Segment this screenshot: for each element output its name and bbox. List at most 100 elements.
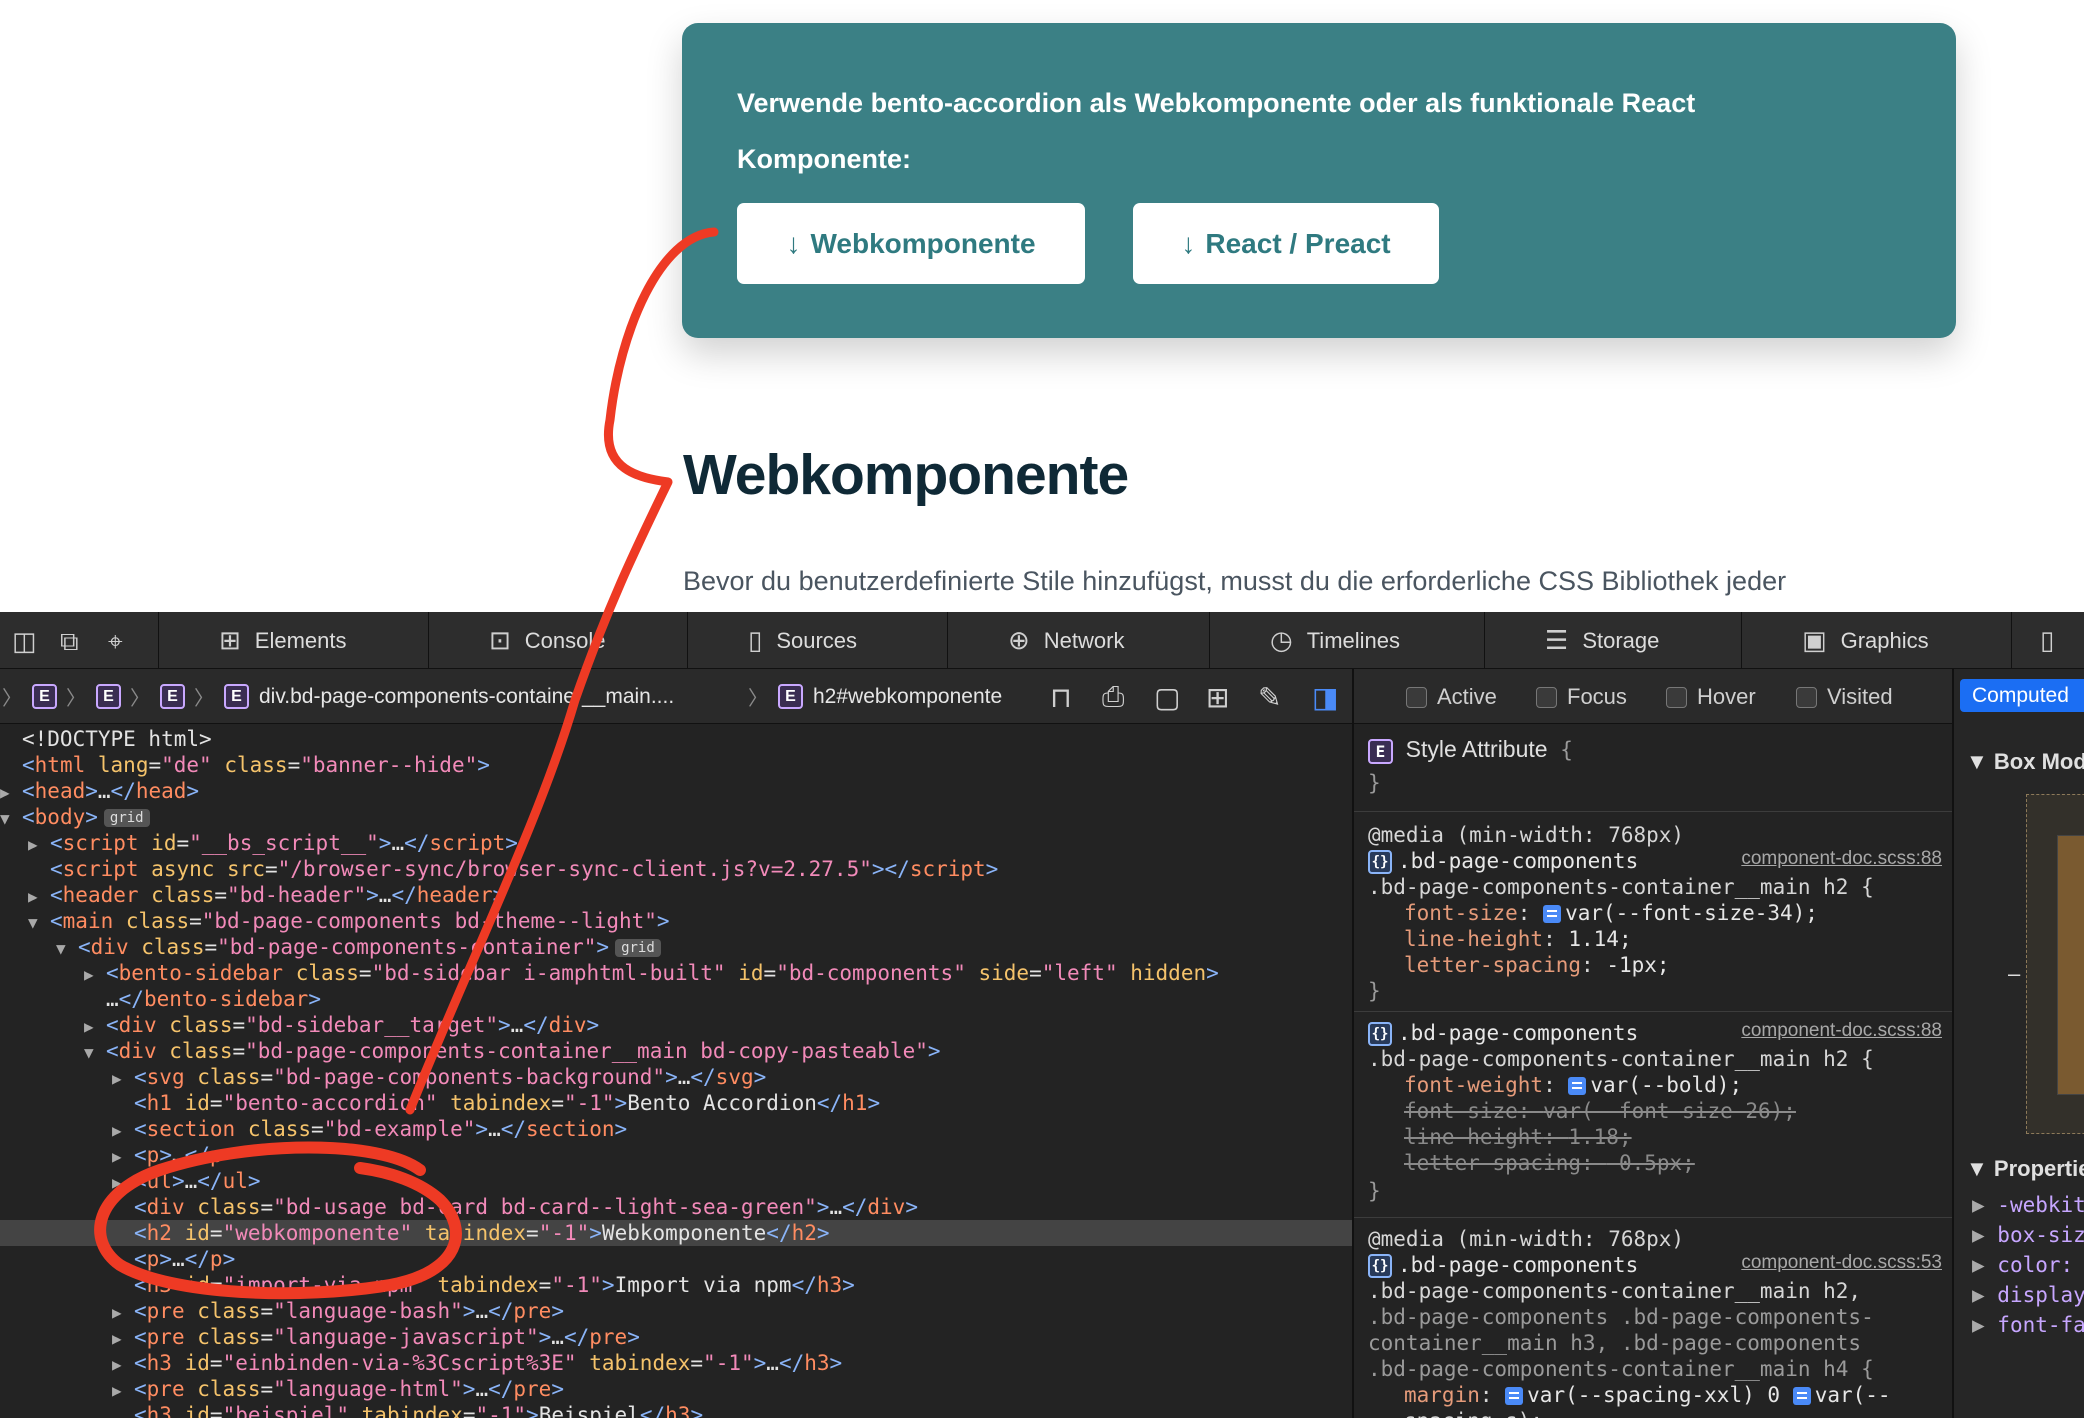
overridden-declaration[interactable]: letter-spacing: -0.5px;	[1404, 1150, 1695, 1176]
tab-elements[interactable]: ⊞ Elements	[158, 612, 428, 669]
declaration[interactable]: font-weight: var(--bold);	[1404, 1072, 1742, 1098]
dom-node[interactable]: ▼ <body> grid	[0, 804, 1352, 830]
box-model-header[interactable]: ▼ Box Model	[1966, 749, 2084, 775]
css-rule[interactable]: @media (min-width: 768px) {} .bd-page-com…	[1354, 1218, 1954, 1418]
disclosure-closed-icon[interactable]: ▶	[28, 832, 50, 858]
dom-node[interactable]: <div class="bd-usage bd-card bd-card--li…	[0, 1194, 1352, 1220]
dom-node[interactable]: ▶ <pre class="language-html">…</pre>	[0, 1376, 1352, 1402]
disclosure-closed-icon[interactable]: ▶	[0, 780, 22, 806]
disclosure-closed-icon[interactable]: ▶	[28, 884, 50, 910]
dom-node-selected[interactable]: <h2 id="webkomponente" tabindex="-1">Web…	[0, 1220, 1352, 1246]
dom-node[interactable]: <!DOCTYPE html>	[0, 726, 1352, 752]
disclosure-open-icon[interactable]: ▼	[84, 1040, 106, 1066]
computed-property[interactable]: ▶ color:	[1972, 1253, 2073, 1277]
computed-property[interactable]: ▶ font-fam	[1972, 1313, 2084, 1337]
grid-overlay-icon[interactable]: ⊞	[1206, 681, 1229, 714]
focus-checkbox[interactable]: Focus	[1536, 684, 1627, 710]
webkomponente-button[interactable]: ↓ Webkomponente	[737, 203, 1085, 284]
dom-node[interactable]: ▶ <script id="__bs_script__">…</script>	[0, 830, 1352, 856]
dom-node[interactable]: ▼ <div class="bd-page-components-containe…	[0, 1038, 1352, 1064]
disclosure-closed-icon[interactable]: ▶	[112, 1326, 134, 1352]
active-checkbox[interactable]: Active	[1406, 684, 1497, 710]
disclosure-closed-icon[interactable]: ▶	[84, 962, 106, 988]
variable-icon[interactable]	[1543, 905, 1562, 923]
tab-network[interactable]: ⊕ Network	[947, 612, 1209, 669]
variable-icon[interactable]	[1568, 1077, 1587, 1095]
breadcrumb-item-h2[interactable]: 〉 E h2#webkomponente	[748, 669, 1002, 724]
variable-icon[interactable]	[1505, 1387, 1524, 1405]
layout-ruler-icon[interactable]: ⊓	[1050, 681, 1072, 714]
source-link[interactable]: component-doc.scss:88	[1741, 1020, 1942, 1042]
breadcrumb-item[interactable]: 〉 E	[2, 669, 57, 724]
tab-sources[interactable]: ▯ Sources	[687, 612, 947, 669]
properties-header[interactable]: ▼ Properties	[1966, 1156, 2084, 1182]
source-link[interactable]: component-doc.scss:88	[1741, 848, 1942, 870]
dom-node[interactable]: ▶ <p>…</p>	[0, 1246, 1352, 1272]
dom-node[interactable]: <h1 id="bento-accordion" tabindex="-1">B…	[0, 1090, 1352, 1116]
overridden-declaration[interactable]: line-height: 1.18;	[1404, 1124, 1632, 1150]
element-picker-icon[interactable]: ⌖	[108, 626, 123, 658]
disclosure-open-icon[interactable]: ▼	[0, 806, 22, 832]
dom-node[interactable]: ▶ <section class="bd-example">…</section>	[0, 1116, 1352, 1142]
hover-checkbox[interactable]: Hover	[1666, 684, 1756, 710]
tab-console[interactable]: ⊡ Console	[428, 612, 687, 669]
computed-property[interactable]: ▶ -webkit-	[1972, 1193, 2084, 1217]
breadcrumb-item[interactable]: 〉 E	[66, 669, 121, 724]
tab-more[interactable]: ▯	[2011, 612, 2084, 669]
dom-node[interactable]: …</bento-sidebar>	[0, 986, 1352, 1012]
disclosure-closed-icon[interactable]: ▶	[112, 1300, 134, 1326]
dom-node[interactable]: <html lang="de" class="banner--hide">	[0, 752, 1352, 778]
computed-property[interactable]: ▶ box-sizing	[1972, 1223, 2084, 1247]
breadcrumb-item-main[interactable]: 〉 E div.bd-page-components-container__ma…	[194, 669, 674, 724]
dom-node[interactable]: ▶ <h3 id="einbinden-via-%3Cscript%3E" tab…	[0, 1350, 1352, 1376]
disclosure-closed-icon[interactable]: ▶	[112, 1066, 134, 1092]
disclosure-closed-icon[interactable]: ▶	[112, 1144, 134, 1170]
dom-node[interactable]: ▶ <bento-sidebar class="bd-sidebar i-amph…	[0, 960, 1352, 986]
detach-window-icon[interactable]: ⧉	[60, 626, 79, 658]
print-icon[interactable]: ⎙	[1102, 681, 1124, 714]
style-attribute-rule[interactable]: E Style Attribute { }	[1354, 724, 1954, 812]
tab-graphics[interactable]: ▣ Graphics	[1741, 612, 2011, 669]
dom-node[interactable]: ▶ <header class="bd-header">…</header>	[0, 882, 1352, 908]
disclosure-open-icon[interactable]: ▼	[56, 936, 78, 962]
dom-node[interactable]: ▶ <div class="bd-sidebar__target">…</div>	[0, 1012, 1352, 1038]
dom-node[interactable]: ▶ <ul>…</ul>	[0, 1168, 1352, 1194]
disclosure-closed-icon[interactable]: ▶	[112, 1352, 134, 1378]
dom-node[interactable]: ▶ <head>…</head>	[0, 778, 1352, 804]
dom-node[interactable]: ▶ <svg class="bd-page-components-backgrou…	[0, 1064, 1352, 1090]
computed-tab-button[interactable]: Computed	[1960, 679, 2084, 712]
dom-node[interactable]: <h3 id="beispiel" tabindex="-1">Beispiel…	[0, 1402, 1352, 1418]
declaration[interactable]: margin: var(--spacing-xxl) 0 var(--	[1404, 1382, 1891, 1408]
paint-brush-icon[interactable]: ✎	[1258, 681, 1281, 714]
sidebar-toggle-icon[interactable]: ◨	[1312, 681, 1338, 714]
dom-node[interactable]: ▶ <p>…</p>	[0, 1142, 1352, 1168]
breadcrumb-item[interactable]: 〉 E	[130, 669, 185, 724]
disclosure-closed-icon[interactable]: ▶	[112, 1118, 134, 1144]
disclosure-open-icon[interactable]: ▼	[28, 910, 50, 936]
react-preact-button[interactable]: ↓ React / Preact	[1133, 203, 1439, 284]
dom-node[interactable]: ▶ <pre class="language-bash">…</pre>	[0, 1298, 1352, 1324]
dom-node[interactable]: <script async src="/browser-sync/browser…	[0, 856, 1352, 882]
dom-node[interactable]: ▼ <div class="bd-page-components-containe…	[0, 934, 1352, 960]
visited-checkbox[interactable]: Visited	[1796, 684, 1893, 710]
source-link[interactable]: component-doc.scss:53	[1741, 1252, 1942, 1274]
tab-timelines[interactable]: ◷ Timelines	[1209, 612, 1484, 669]
computed-property[interactable]: ▶ display:	[1972, 1283, 2084, 1307]
dom-node[interactable]: ▶ <pre class="language-javascript">…</pre…	[0, 1324, 1352, 1350]
disclosure-closed-icon[interactable]: ▶	[112, 1248, 134, 1274]
disclosure-closed-icon[interactable]: ▶	[112, 1378, 134, 1404]
dom-node[interactable]: <h3 id="import-via-npm" tabindex="-1">Im…	[0, 1272, 1352, 1298]
dom-node[interactable]: ▼ <main class="bd-page-components bd-them…	[0, 908, 1352, 934]
css-rule[interactable]: @media (min-width: 768px) {} .bd-page-com…	[1354, 812, 1954, 1012]
declaration[interactable]: letter-spacing: -1px;	[1404, 952, 1670, 978]
declaration[interactable]: line-height: 1.14;	[1404, 926, 1632, 952]
variable-icon[interactable]	[1792, 1387, 1811, 1405]
disclosure-closed-icon[interactable]: ▶	[112, 1170, 134, 1196]
tab-storage[interactable]: ☰ Storage	[1484, 612, 1741, 669]
dock-side-icon[interactable]: ◫	[12, 626, 37, 657]
declaration[interactable]: font-size: var(--font-size-34);	[1404, 900, 1818, 926]
css-rule[interactable]: {} .bd-page-components component-doc.scss…	[1354, 1012, 1954, 1218]
overridden-declaration[interactable]: font-size: var(--font-size-26);	[1404, 1098, 1796, 1124]
screenshot-icon[interactable]: ▢	[1154, 681, 1180, 714]
disclosure-closed-icon[interactable]: ▶	[84, 1014, 106, 1040]
